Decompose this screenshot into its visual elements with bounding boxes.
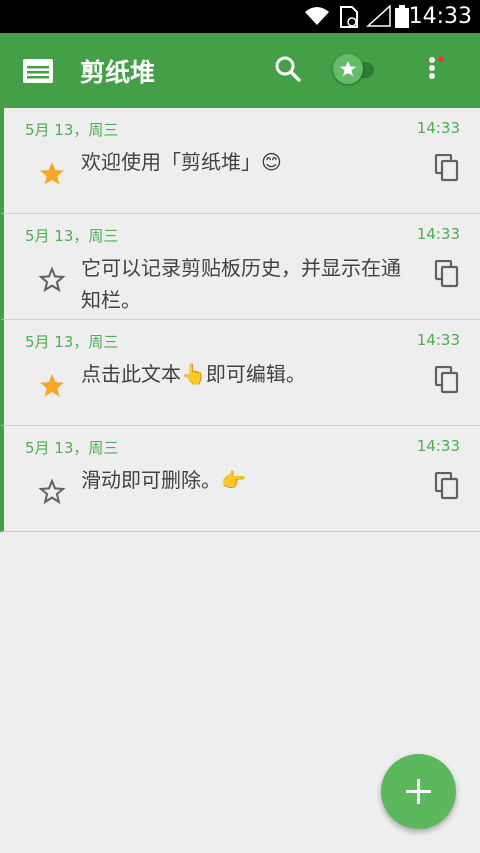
item-date: 5月 13，周三 [25, 439, 119, 457]
star-toggle-icon [340, 61, 356, 76]
star-outline-icon[interactable] [38, 478, 66, 506]
copy-icon[interactable] [434, 260, 460, 288]
copy-icon[interactable] [434, 154, 460, 182]
item-date: 5月 13，周三 [25, 227, 119, 245]
plus-icon-vertical [417, 779, 420, 804]
item-time: 14:33 [416, 225, 460, 243]
status-bar: 14:33 [0, 0, 480, 33]
sim-icon [340, 6, 358, 28]
item-time: 14:33 [416, 437, 460, 455]
copy-icon[interactable] [434, 472, 460, 500]
clip-list: 5月 13，周三 14:33 欢迎使用「剪纸堆」😊 5月 13，周三 14:33… [0, 108, 480, 532]
star-outline-icon[interactable] [38, 266, 66, 294]
battery-icon [395, 5, 409, 28]
add-clip-button[interactable] [381, 754, 456, 829]
item-text[interactable]: 欢迎使用「剪纸堆」😊 [81, 146, 401, 178]
list-item[interactable]: 5月 13，周三 14:33 滑动即可删除。👉 [0, 426, 480, 532]
item-text[interactable]: 它可以记录剪贴板历史，并显示在通知栏。 [81, 252, 401, 316]
copy-icon[interactable] [434, 366, 460, 394]
clipboard-logo-icon [23, 59, 53, 83]
more-vert-icon[interactable] [422, 55, 446, 85]
item-text[interactable]: 点击此文本👆即可编辑。 [81, 358, 401, 390]
star-filled-icon[interactable] [38, 160, 66, 188]
star-filled-icon[interactable] [38, 372, 66, 400]
item-time: 14:33 [416, 119, 460, 137]
toggle-knob [333, 54, 363, 84]
item-date: 5月 13，周三 [25, 121, 119, 139]
star-filter-toggle[interactable] [330, 53, 374, 87]
signal-icon [366, 5, 391, 27]
item-date: 5月 13，周三 [25, 333, 119, 351]
wifi-icon [305, 7, 329, 25]
status-time: 14:33 [408, 4, 472, 29]
list-item[interactable]: 5月 13，周三 14:33 它可以记录剪贴板历史，并显示在通知栏。 [0, 214, 480, 320]
search-icon[interactable] [274, 55, 302, 83]
notification-dot [438, 56, 444, 62]
item-text[interactable]: 滑动即可删除。👉 [81, 464, 401, 496]
app-title: 剪纸堆 [80, 58, 156, 87]
item-time: 14:33 [416, 331, 460, 349]
app-bar: 剪纸堆 [0, 33, 480, 108]
list-item[interactable]: 5月 13，周三 14:33 点击此文本👆即可编辑。 [0, 320, 480, 426]
list-item[interactable]: 5月 13，周三 14:33 欢迎使用「剪纸堆」😊 [0, 108, 480, 214]
